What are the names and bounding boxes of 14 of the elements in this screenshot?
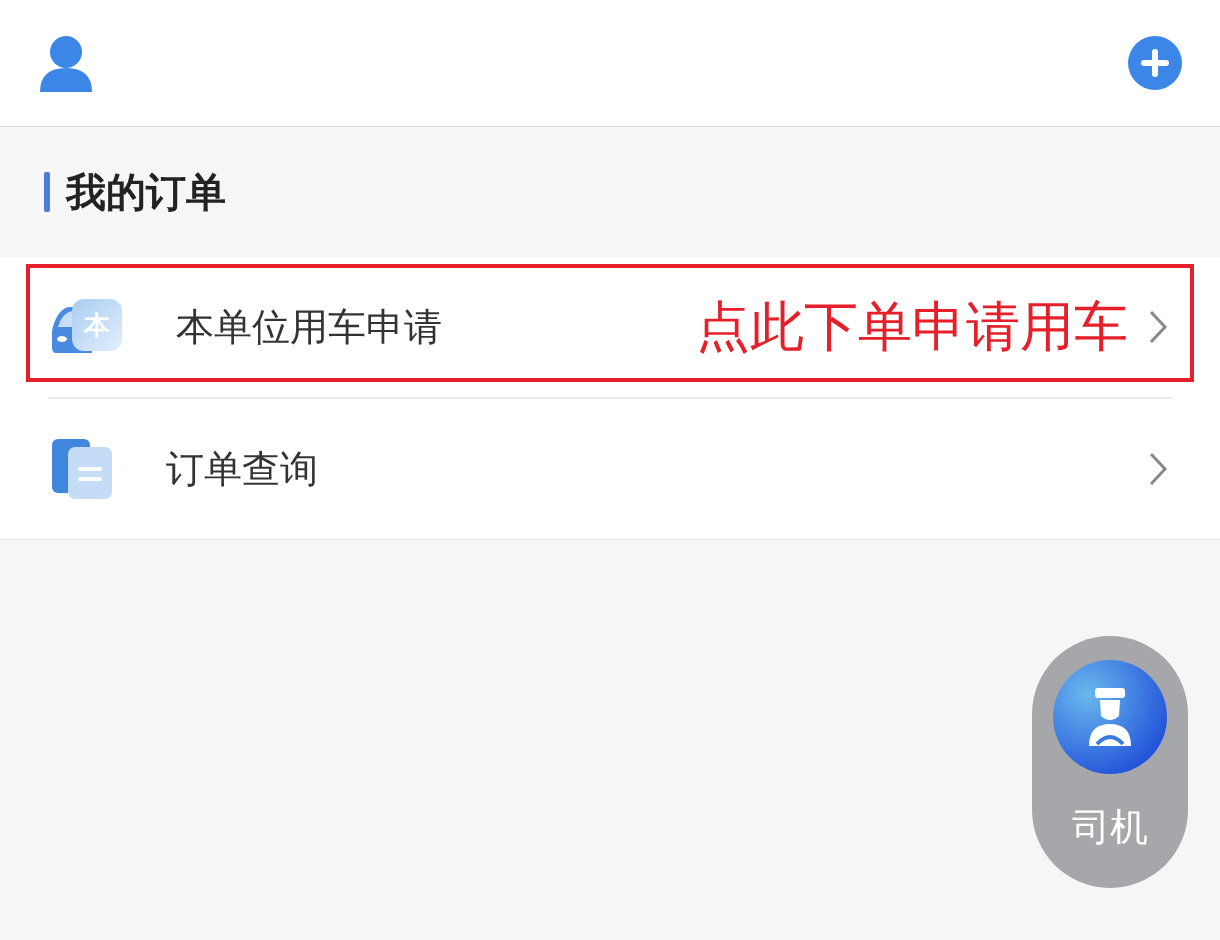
chevron-right-icon: [1148, 451, 1168, 487]
annotation-text: 点此下单申请用车: [696, 293, 1128, 360]
title-accent-bar: [44, 172, 50, 212]
fab-label: 司机: [1072, 804, 1148, 851]
badge-text: 本: [72, 299, 122, 351]
menu-label: 本单位用车申请: [176, 303, 443, 351]
chevron-right-icon: [1148, 309, 1168, 345]
menu-row[interactable]: 订单查询: [0, 399, 1220, 539]
section-title: 我的订单: [66, 167, 226, 217]
user-avatar-icon[interactable]: [38, 34, 94, 92]
menu-row[interactable]: 本 本单位用车申请 点此下单申请用车: [0, 257, 1220, 397]
menu-label: 订单查询: [166, 445, 319, 493]
add-icon[interactable]: [1128, 36, 1182, 90]
driver-icon: [1053, 660, 1167, 774]
